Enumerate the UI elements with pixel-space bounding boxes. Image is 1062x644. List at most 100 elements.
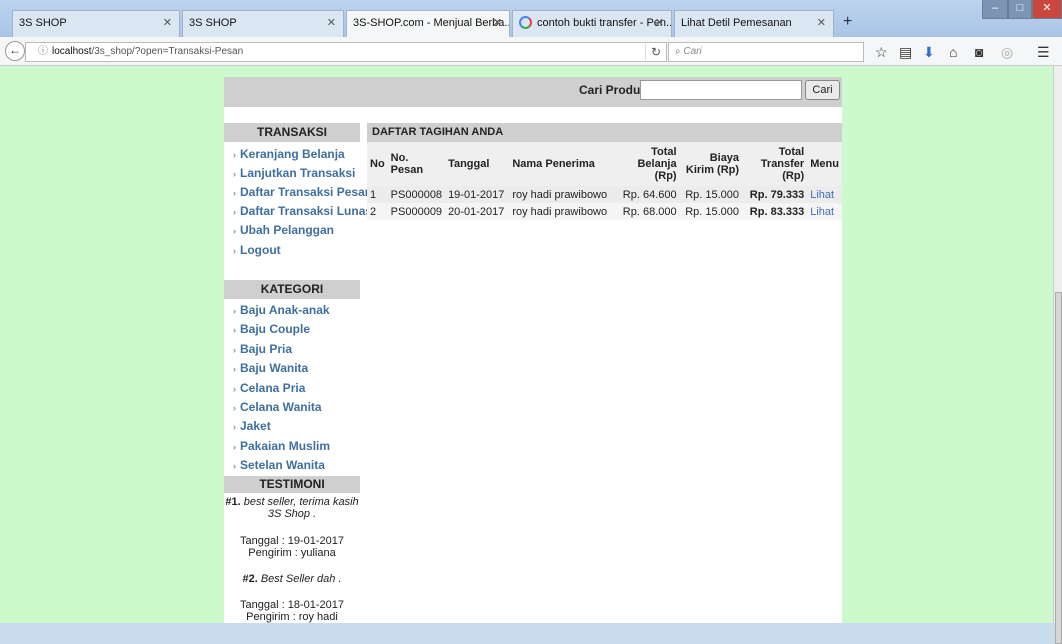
sidebar-item-celana-pria[interactable]: › Celana Pria — [233, 381, 305, 395]
cell-nama-penerima: roy hadi prawibowo — [507, 203, 620, 220]
sidebar-item-label: Baju Anak-anak — [240, 303, 330, 317]
search-button[interactable]: Cari — [805, 80, 840, 100]
chevron-right-icon: › — [233, 169, 236, 179]
cell-total-transfer: Rp. 83.333 — [742, 203, 808, 220]
browser-tab-bar: 3S SHOP ✕ 3S SHOP ✕ 3S-SHOP.com - Menjua… — [0, 0, 1062, 38]
pocket-icon[interactable]: ◙ — [975, 44, 983, 60]
sidebar-item-label: Lanjutkan Transaksi — [240, 166, 356, 180]
cell-total-belanja: Rp. 68.000 — [619, 203, 680, 220]
url-host: localhost — [52, 46, 92, 57]
chevron-right-icon: › — [233, 306, 236, 316]
close-icon[interactable]: ✕ — [655, 11, 664, 35]
sidebar-item-lanjutkan[interactable]: › Lanjutkan Transaksi — [233, 166, 355, 180]
close-icon[interactable]: ✕ — [817, 11, 826, 35]
sidebar-item-baju-anak[interactable]: › Baju Anak-anak — [233, 303, 330, 317]
bookmark-star-icon[interactable]: ☆ — [875, 44, 888, 61]
column-header: Biaya Kirim (Rp) — [679, 142, 743, 186]
sidebar-item-baju-pria[interactable]: › Baju Pria — [233, 342, 292, 356]
product-search-bar: Cari Produk Cari — [224, 77, 842, 107]
sidebar-item-baju-wanita[interactable]: › Baju Wanita — [233, 361, 308, 375]
table-row: 2 PS000009 20-01-2017 roy hadi prawibowo… — [367, 203, 842, 220]
google-icon — [519, 16, 532, 29]
cell-total-transfer: Rp. 79.333 — [742, 186, 808, 203]
chevron-right-icon: › — [233, 207, 236, 217]
testimoni-heading: TESTIMONI — [224, 476, 360, 493]
sidebar-item-label: Jaket — [240, 419, 271, 433]
sidebar-item-keranjang[interactable]: › Keranjang Belanja — [233, 147, 345, 161]
sidebar-item-ubah-pelanggan[interactable]: › Ubah Pelanggan — [233, 223, 334, 237]
sidebar-item-label: Keranjang Belanja — [240, 147, 345, 161]
tab-label: 3S-SHOP.com - Menjual Berba... — [353, 17, 510, 29]
downloads-icon[interactable]: ⬇ — [923, 44, 935, 61]
testimoni-message: Best Seller dah . — [260, 573, 342, 585]
close-window-icon[interactable]: ✕ — [1032, 0, 1062, 19]
cell-menu: Lihat — [807, 203, 842, 220]
column-header: Nama Penerima — [507, 142, 620, 186]
sidebar-item-daftar-pesan[interactable]: › Daftar Transaksi Pesan — [233, 185, 372, 199]
close-icon[interactable]: ✕ — [493, 11, 502, 35]
browser-tab[interactable]: 3S SHOP ✕ — [12, 10, 180, 37]
chevron-right-icon: › — [233, 403, 236, 413]
close-icon[interactable]: ✕ — [327, 11, 336, 35]
cell-no: 2 — [367, 203, 388, 220]
table-row: 1 PS000008 19-01-2017 roy hadi prawibowo… — [367, 186, 842, 203]
browser-tab[interactable]: Lihat Detil Pemesanan ✕ — [674, 10, 834, 37]
sidebar-item-logout[interactable]: › Logout — [233, 243, 281, 257]
sidebar-item-daftar-lunas[interactable]: › Daftar Transaksi Lunas — [233, 204, 372, 218]
vertical-scrollbar[interactable] — [1053, 66, 1062, 644]
minimize-icon[interactable]: – — [982, 0, 1008, 19]
lihat-link[interactable]: Lihat — [810, 189, 834, 201]
sidebar-item-label: Baju Couple — [240, 322, 311, 336]
tab-label: contoh bukti transfer - Pen... — [537, 17, 672, 29]
reload-icon[interactable]: ↻ — [645, 42, 667, 62]
product-search-input[interactable] — [640, 80, 802, 100]
chevron-right-icon: › — [233, 150, 236, 160]
info-icon: ⓘ — [38, 46, 48, 57]
sidebar-item-celana-wanita[interactable]: › Celana Wanita — [233, 400, 322, 414]
home-icon[interactable]: ⌂ — [949, 44, 957, 60]
navigation-bar: ← ⓘ localhost/3s_shop/?open=Transaksi-Pes… — [0, 37, 1062, 66]
browser-tab[interactable]: 3S SHOP ✕ — [182, 10, 344, 37]
sidebar-item-baju-couple[interactable]: › Baju Couple — [233, 322, 310, 336]
tab-label: Lihat Detil Pemesanan — [681, 17, 792, 29]
cell-total-belanja: Rp. 64.600 — [619, 186, 680, 203]
page-viewport: Cari Produk Cari TRANSAKSI › Keranjang Be… — [0, 66, 1053, 623]
testimoni-date: Tanggal : 19-01-2017 — [240, 535, 344, 547]
testimoni-date: Tanggal : 18-01-2017 — [240, 599, 344, 611]
browser-search-box[interactable]: ⌕ Cari — [668, 42, 864, 62]
cell-nama-penerima: roy hadi prawibowo — [507, 186, 620, 203]
chevron-right-icon: › — [233, 442, 236, 452]
address-bar[interactable]: ⓘ localhost/3s_shop/?open=Transaksi-Pesan — [25, 42, 665, 62]
chevron-right-icon: › — [233, 461, 236, 471]
chevron-right-icon: › — [233, 226, 236, 236]
testimoni-number: #2. — [242, 573, 258, 585]
tab-label: 3S SHOP — [19, 17, 67, 29]
column-header: Tanggal — [445, 142, 508, 186]
maximize-icon[interactable]: □ — [1008, 0, 1032, 19]
sidebar-item-label: Celana Wanita — [240, 400, 322, 414]
reading-list-icon[interactable]: ▤ — [899, 44, 912, 61]
search-icon: ⌕ — [675, 46, 681, 57]
sidebar-item-setelan-wanita[interactable]: › Setelan Wanita — [233, 458, 325, 472]
menu-icon[interactable]: ☰ — [1037, 44, 1050, 61]
lihat-link[interactable]: Lihat — [810, 206, 834, 218]
search-label: Cari Produk — [579, 83, 648, 97]
sidebar-item-label: Baju Wanita — [240, 361, 309, 375]
close-icon[interactable]: ✕ — [163, 11, 172, 35]
sidebar-item-pakaian-muslim[interactable]: › Pakaian Muslim — [233, 439, 330, 453]
cell-no: 1 — [367, 186, 388, 203]
sidebar-item-label: Daftar Transaksi Lunas — [240, 204, 373, 218]
browser-tab[interactable]: contoh bukti transfer - Pen... ✕ — [512, 10, 672, 37]
browser-search-placeholder: Cari — [683, 46, 702, 57]
cell-biaya-kirim: Rp. 15.000 — [679, 203, 743, 220]
scrollbar-thumb[interactable] — [1055, 292, 1062, 644]
kategori-heading: KATEGORI — [224, 280, 360, 299]
sidebar-item-label: Logout — [240, 243, 281, 257]
browser-tab-active[interactable]: 3S-SHOP.com - Menjual Berba... ✕ — [346, 10, 510, 38]
sidebar-item-jaket[interactable]: › Jaket — [233, 419, 271, 433]
cell-menu: Lihat — [807, 186, 842, 203]
back-arrow-icon[interactable]: ← — [5, 41, 25, 61]
new-tab-icon[interactable]: + — [843, 13, 852, 31]
chevron-right-icon: › — [233, 384, 236, 394]
extension-icon[interactable]: ◎ — [1001, 44, 1013, 61]
